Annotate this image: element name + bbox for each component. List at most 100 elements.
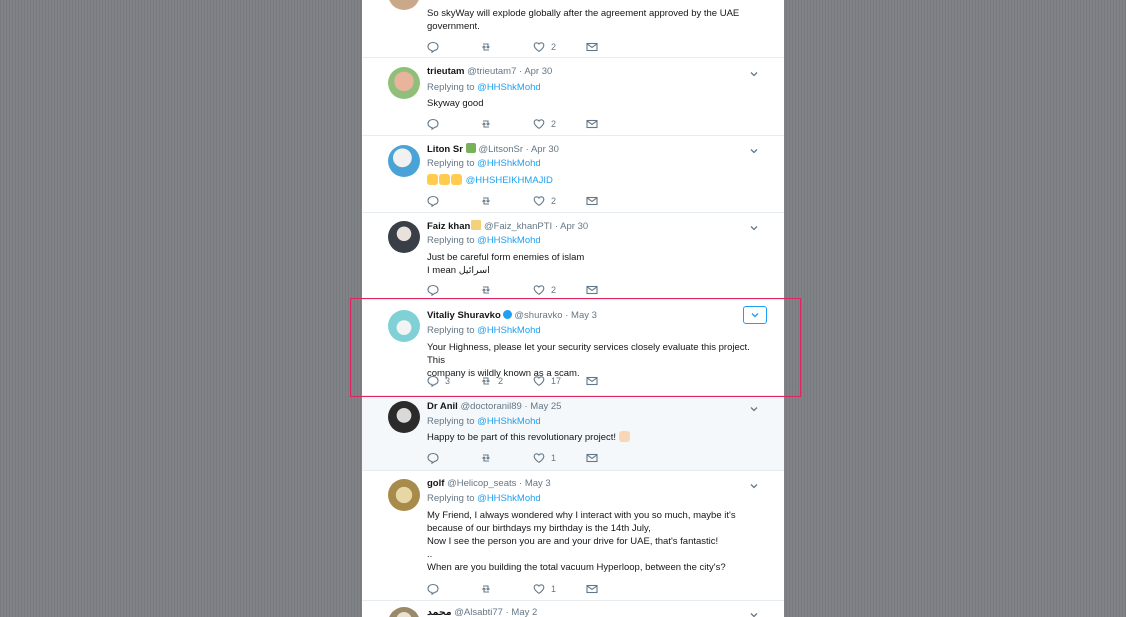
more-options-caret[interactable] [748, 608, 760, 617]
message-button[interactable] [586, 40, 598, 54]
tweet-actions: 2 [427, 194, 607, 208]
user-name[interactable]: trieutam [427, 66, 464, 77]
retweet-icon [482, 377, 490, 385]
tweet[interactable]: golf @Helicop_seats · May 3 Replying to … [362, 471, 784, 601]
like-button[interactable]: 2 [533, 117, 556, 131]
retweet-button[interactable]: 2 [480, 374, 503, 388]
user-handle[interactable]: @LitsonSr [479, 144, 524, 155]
message-button[interactable] [586, 283, 598, 297]
avatar[interactable] [388, 401, 420, 433]
retweet-button[interactable] [480, 40, 498, 54]
replying-to-link[interactable]: @HHShkMohd [477, 416, 541, 427]
replying-to-link[interactable]: @HHShkMohd [477, 158, 541, 169]
avatar[interactable] [388, 310, 420, 342]
message-button[interactable] [586, 451, 598, 465]
tweet-date[interactable]: Apr 30 [524, 66, 552, 77]
message-button[interactable] [586, 582, 598, 596]
more-options-caret[interactable] [748, 402, 760, 414]
user-name[interactable]: Dr Anil [427, 401, 458, 412]
tweet-date[interactable]: May 25 [530, 401, 561, 412]
tweet-date[interactable]: Apr 30 [531, 144, 559, 155]
retweet-button[interactable] [480, 582, 498, 596]
user-name[interactable]: Vitaliy Shuravko [427, 310, 501, 321]
tweet[interactable]: Liton Sr @LitsonSr · Apr 30 Replying to … [362, 136, 784, 213]
tweet-header: trieutam @trieutam7 · Apr 30 [427, 66, 553, 77]
tweet-date[interactable]: May 3 [571, 310, 597, 321]
more-options-caret[interactable] [748, 67, 760, 79]
reply-icon [427, 195, 439, 207]
tweet-header: Vitaliy Shuravko @shuravko · May 3 [427, 310, 597, 321]
retweet-button[interactable] [480, 283, 498, 297]
reply-button[interactable] [427, 283, 445, 297]
like-button[interactable]: 1 [533, 451, 556, 465]
replying-to-link[interactable]: @HHShkMohd [477, 493, 541, 504]
replying-to-link[interactable]: @HHShkMohd [477, 82, 541, 93]
reply-button[interactable] [427, 194, 445, 208]
replying-to-link[interactable]: @HHShkMohd [477, 235, 541, 246]
retweet-icon [482, 43, 490, 51]
like-button[interactable]: 2 [533, 194, 556, 208]
avatar[interactable] [388, 0, 420, 10]
avatar[interactable] [388, 607, 420, 617]
tweet[interactable]: Faiz khan @Faiz_khanPTI · Apr 30 Replyin… [362, 213, 784, 300]
retweet-button[interactable] [480, 451, 498, 465]
mention-link[interactable]: @HHSHEIKHMAJID [466, 175, 553, 186]
envelope-icon [586, 285, 598, 295]
retweet-button[interactable] [480, 117, 498, 131]
user-handle[interactable]: @trieutam7 [467, 66, 516, 77]
reply-icon [427, 452, 439, 464]
more-options-caret[interactable] [748, 144, 760, 156]
more-options-caret[interactable] [748, 479, 760, 491]
retweet-icon [482, 454, 490, 462]
replying-to-link[interactable]: @HHShkMohd [477, 325, 541, 336]
tweet-date[interactable]: Apr 30 [560, 221, 588, 232]
replying-to: Replying to @HHShkMohd [427, 82, 541, 93]
heart-icon [533, 196, 545, 206]
tweet[interactable]: محمد @Alsabti77 · May 2 [362, 601, 784, 617]
user-name[interactable]: Liton Sr [427, 144, 463, 155]
avatar[interactable] [388, 145, 420, 177]
retweet-icon [482, 120, 490, 128]
avatar[interactable] [388, 221, 420, 253]
message-button[interactable] [586, 374, 598, 388]
tweet-header: Faiz khan @Faiz_khanPTI · Apr 30 [427, 220, 589, 232]
user-name[interactable]: محمد [427, 607, 452, 617]
user-handle[interactable]: @Helicop_seats [447, 478, 516, 489]
flag-emoji-icon [465, 143, 476, 153]
tweet-date[interactable]: May 2 [511, 607, 537, 617]
message-button[interactable] [586, 117, 598, 131]
user-handle[interactable]: @doctoranil89 [460, 401, 521, 412]
reply-button[interactable] [427, 582, 445, 596]
user-handle[interactable]: @Alsabti77 [454, 607, 503, 617]
more-options-caret[interactable] [743, 306, 767, 324]
tweet[interactable]: Vitaliy Shuravko @shuravko · May 3 Reply… [362, 300, 784, 396]
like-button[interactable]: 2 [533, 283, 556, 297]
user-handle[interactable]: @Faiz_khanPTI [484, 221, 552, 232]
tweet-text: @HHSHEIKHMAJID [427, 174, 762, 187]
avatar[interactable] [388, 67, 420, 99]
reply-button[interactable] [427, 451, 445, 465]
message-button[interactable] [586, 194, 598, 208]
tweet[interactable]: So skyWay will explode globally after th… [362, 0, 784, 58]
reply-button[interactable] [427, 117, 445, 131]
reply-icon [427, 583, 439, 595]
user-handle[interactable]: @shuravko [514, 310, 562, 321]
user-name[interactable]: Faiz khan [427, 221, 470, 232]
tweet[interactable]: Dr Anil @doctoranil89 · May 25 Replying … [362, 396, 784, 471]
like-button[interactable]: 17 [533, 374, 561, 388]
retweet-button[interactable] [480, 194, 498, 208]
retweet-icon [482, 197, 490, 205]
reply-button[interactable]: 3 [427, 374, 450, 388]
tweet-date[interactable]: May 3 [525, 478, 551, 489]
avatar[interactable] [388, 479, 420, 511]
tweet-feed: So skyWay will explode globally after th… [362, 0, 784, 617]
reply-button[interactable] [427, 40, 445, 54]
like-button[interactable]: 1 [533, 582, 556, 596]
user-name[interactable]: golf [427, 478, 444, 489]
like-button[interactable]: 2 [533, 40, 556, 54]
reply-icon [427, 118, 439, 130]
more-options-caret[interactable] [748, 221, 760, 233]
tweet-header: Liton Sr @LitsonSr · Apr 30 [427, 143, 559, 155]
tweet[interactable]: trieutam @trieutam7 · Apr 30 Replying to… [362, 58, 784, 136]
tweet-actions: 1 [427, 582, 607, 596]
